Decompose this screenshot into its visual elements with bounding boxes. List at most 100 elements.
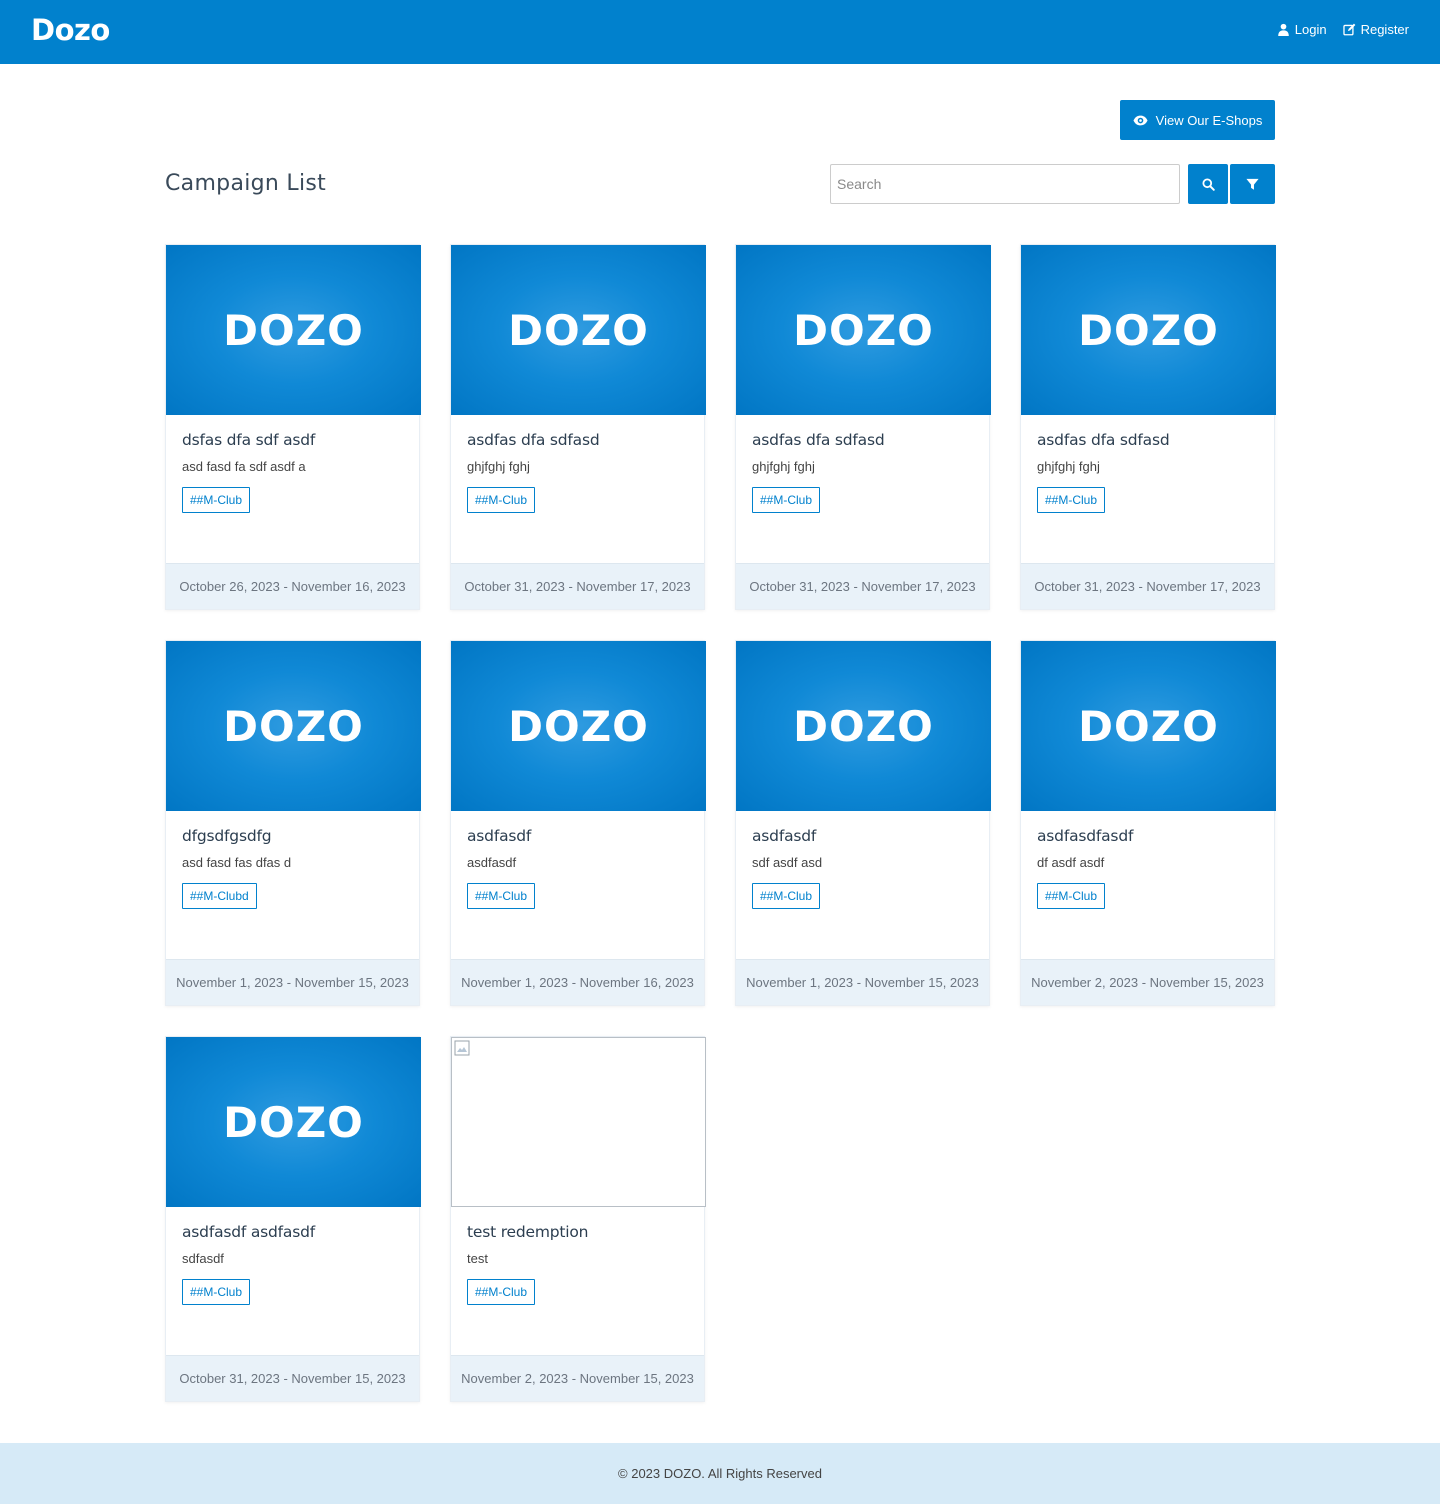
campaign-image[interactable]: DOZO	[736, 641, 991, 811]
campaign-description: df asdf asdf	[1037, 855, 1105, 870]
campaign-title[interactable]: asdfasdfasdf	[1037, 827, 1258, 845]
campaign-date-range: November 1, 2023 - November 16, 2023	[451, 959, 704, 1005]
search-button[interactable]	[1188, 164, 1228, 204]
dozo-logo-image: DOZO	[508, 305, 649, 355]
campaign-description: test	[467, 1251, 488, 1266]
campaign-card[interactable]: DOZO asdfas dfa sdfasd ghjfghj fghj ##M-Clu…	[450, 244, 706, 610]
campaign-title[interactable]: dfgsdfgsdfg	[182, 827, 403, 845]
campaign-date-range: October 31, 2023 - November 17, 2023	[451, 563, 704, 609]
campaign-tag[interactable]: ##M-Club	[467, 487, 536, 513]
campaign-card-body: asdfas dfa sdfasd ghjfghj fghj ##M-Club	[1021, 431, 1274, 513]
campaign-tag[interactable]: ##M-Club	[182, 1279, 251, 1305]
campaign-title[interactable]: asdfas dfa sdfasd	[752, 431, 973, 449]
campaign-title[interactable]: dsfas dfa sdf asdf	[182, 431, 403, 449]
search-input[interactable]	[830, 164, 1180, 204]
campaign-image-broken[interactable]	[451, 1037, 706, 1207]
campaign-card-body: dfgsdfgsdfg asd fasd fas dfas d ##M-Clubd	[166, 827, 419, 909]
dozo-logo-image: DOZO	[223, 1097, 364, 1147]
campaign-description: ghjfghj fghj	[752, 459, 815, 474]
campaign-card[interactable]: test redemption test ##M-Club November 2, 2…	[450, 1036, 706, 1402]
campaign-title[interactable]: asdfasdf	[467, 827, 688, 845]
campaign-date-range: October 31, 2023 - November 15, 2023	[166, 1355, 419, 1401]
dozo-logo-image: DOZO	[223, 701, 364, 751]
dozo-logo-image: DOZO	[223, 305, 364, 355]
campaign-tag[interactable]: ##M-Club	[467, 1279, 536, 1305]
campaign-card-body: asdfas dfa sdfasd ghjfghj fghj ##M-Club	[736, 431, 989, 513]
campaign-date-range: October 31, 2023 - November 17, 2023	[1021, 563, 1274, 609]
campaign-image[interactable]: DOZO	[736, 245, 991, 415]
campaign-description: sdfasdf	[182, 1251, 224, 1266]
campaign-card-body: asdfas dfa sdfasd ghjfghj fghj ##M-Club	[451, 431, 704, 513]
page-title: Campaign List	[165, 171, 327, 196]
campaign-card[interactable]: DOZO asdfasdfasdf df asdf asdf ##M-Club Nove…	[1020, 640, 1276, 1006]
view-eshops-button[interactable]: View Our E-Shops	[1120, 100, 1275, 140]
search-icon	[1201, 177, 1215, 191]
dozo-logo-image: DOZO	[508, 701, 649, 751]
eye-icon	[1133, 115, 1148, 125]
copyright-text: © 2023 DOZO. All Rights Reserved	[618, 1466, 822, 1481]
campaign-tag[interactable]: ##M-Clubd	[182, 883, 257, 909]
nav-links: Login Register	[1277, 22, 1409, 37]
campaign-image[interactable]: DOZO	[166, 245, 421, 415]
campaign-card[interactable]: DOZO asdfas dfa sdfasd ghjfghj fghj ##M-Clu…	[735, 244, 991, 610]
campaign-card[interactable]: DOZO dfgsdfgsdfg asd fasd fas dfas d ##M-Cl…	[165, 640, 421, 1006]
campaign-date-range: November 1, 2023 - November 15, 2023	[736, 959, 989, 1005]
campaign-card[interactable]: DOZO asdfasdf asdfasdf ##M-Club November 1, …	[450, 640, 706, 1006]
campaign-card-body: dsfas dfa sdf asdf asd fasd fa sdf asdf a…	[166, 431, 419, 513]
campaign-card[interactable]: DOZO asdfas dfa sdfasd ghjfghj fghj ##M-Clu…	[1020, 244, 1276, 610]
filter-icon	[1246, 178, 1259, 190]
campaign-description: ghjfghj fghj	[467, 459, 530, 474]
campaign-card-body: test redemption test ##M-Club	[451, 1223, 704, 1305]
dozo-logo-image: DOZO	[1078, 701, 1219, 751]
campaign-description: asdfasdf	[467, 855, 517, 870]
user-icon	[1277, 23, 1289, 36]
campaign-grid: DOZO dsfas dfa sdf asdf asd fasd fa sdf as…	[165, 244, 1276, 1402]
campaign-description: ghjfghj fghj	[1037, 459, 1100, 474]
campaign-tag[interactable]: ##M-Club	[752, 487, 821, 513]
campaign-card-body: asdfasdf asdfasdf sdfasdf ##M-Club	[166, 1223, 419, 1305]
campaign-image[interactable]: DOZO	[166, 641, 421, 811]
campaign-description: asd fasd fas dfas d	[182, 855, 292, 870]
register-label: Register	[1360, 22, 1409, 37]
edit-icon	[1342, 23, 1355, 36]
top-navbar: Dozo Login Register	[0, 0, 1440, 64]
dozo-logo-image: DOZO	[793, 701, 934, 751]
brand-logo[interactable]: Dozo	[31, 13, 110, 47]
dozo-logo-image: DOZO	[1078, 305, 1219, 355]
campaign-tag[interactable]: ##M-Club	[1037, 487, 1106, 513]
campaign-card[interactable]: DOZO asdfasdf sdf asdf asd ##M-Club November…	[735, 640, 991, 1006]
campaign-title[interactable]: asdfas dfa sdfasd	[467, 431, 688, 449]
dozo-logo-image: DOZO	[793, 305, 934, 355]
campaign-title[interactable]: asdfasdf	[752, 827, 973, 845]
campaign-date-range: October 26, 2023 - November 16, 2023	[166, 563, 419, 609]
campaign-description: asd fasd fa sdf asdf a	[182, 459, 306, 474]
page-footer: © 2023 DOZO. All Rights Reserved	[0, 1443, 1440, 1504]
login-link[interactable]: Login	[1277, 22, 1327, 37]
broken-image-icon	[454, 1040, 470, 1056]
campaign-date-range: November 2, 2023 - November 15, 2023	[451, 1355, 704, 1401]
campaign-image[interactable]: DOZO	[166, 1037, 421, 1207]
campaign-card-body: asdfasdfasdf df asdf asdf ##M-Club	[1021, 827, 1274, 909]
campaign-date-range: November 2, 2023 - November 15, 2023	[1021, 959, 1274, 1005]
campaign-image[interactable]: DOZO	[1021, 245, 1276, 415]
campaign-image[interactable]: DOZO	[451, 641, 706, 811]
campaign-title[interactable]: asdfas dfa sdfasd	[1037, 431, 1258, 449]
campaign-tag[interactable]: ##M-Club	[467, 883, 536, 909]
campaign-tag[interactable]: ##M-Club	[752, 883, 821, 909]
filter-button[interactable]	[1230, 164, 1275, 204]
campaign-title[interactable]: asdfasdf asdfasdf	[182, 1223, 403, 1241]
campaign-description: sdf asdf asd	[752, 855, 823, 870]
campaign-tag[interactable]: ##M-Club	[1037, 883, 1106, 909]
campaign-card-body: asdfasdf asdfasdf ##M-Club	[451, 827, 704, 909]
campaign-card[interactable]: DOZO asdfasdf asdfasdf sdfasdf ##M-Club Octo…	[165, 1036, 421, 1402]
campaign-date-range: November 1, 2023 - November 15, 2023	[166, 959, 419, 1005]
campaign-tag[interactable]: ##M-Club	[182, 487, 251, 513]
campaign-card[interactable]: DOZO dsfas dfa sdf asdf asd fasd fa sdf as…	[165, 244, 421, 610]
login-label: Login	[1294, 22, 1327, 37]
campaign-card-body: asdfasdf sdf asdf asd ##M-Club	[736, 827, 989, 909]
campaign-image[interactable]: DOZO	[1021, 641, 1276, 811]
campaign-title[interactable]: test redemption	[467, 1223, 688, 1241]
register-link[interactable]: Register	[1342, 22, 1409, 37]
view-eshops-label: View Our E-Shops	[1155, 112, 1263, 128]
campaign-image[interactable]: DOZO	[451, 245, 706, 415]
